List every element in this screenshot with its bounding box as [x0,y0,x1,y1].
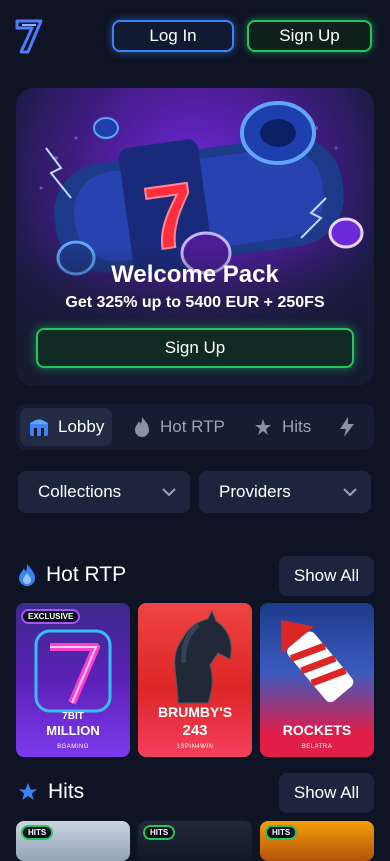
game-card-7bit-million[interactable]: EXCLUSIVE 7BIT MILLION BGAMING [16,603,130,757]
hits-badge: HITS [143,825,176,840]
stars-icon [19,783,37,800]
chevron-down-icon [343,487,357,496]
banner-signup-button[interactable]: Sign Up [36,328,354,368]
bolt-icon [340,417,354,437]
tab-hot-rtp[interactable]: Hot RTP [132,408,225,446]
welcome-banner: 7 Welcome Pack Get 325% up to 5400 EUR +… [16,88,374,386]
game-card-rockets[interactable]: ROCKETS BELATRA [260,603,374,757]
hits-heading: Hits [16,780,84,804]
lobby-icon [30,419,48,436]
flame-icon [19,564,35,586]
collections-dropdown[interactable]: Collections [18,471,190,513]
tab-hits[interactable]: Hits [252,408,311,446]
game-card-brumbys-243[interactable]: BRUMBY'S 243 1SPIN4WIN [138,603,252,757]
collections-label: Collections [38,482,122,501]
hot-rtp-show-all-button[interactable]: Show All [279,556,374,596]
game-name: BRUMBY'S [157,704,233,720]
tab-more[interactable] [338,408,364,446]
game-name-line2: MILLION [46,723,100,738]
login-button[interactable]: Log In [112,20,234,52]
tab-lobby[interactable]: Lobby [20,408,113,446]
rocket-firework-art [281,620,354,703]
hits-badge: HITS [265,825,298,840]
banner-title: Welcome Pack [111,261,279,288]
game-name: ROCKETS [282,722,352,738]
top-bar: Log In Sign Up [0,0,390,72]
section-title: Hits [48,780,85,803]
hits-game-card-2[interactable]: HITS [138,821,252,861]
game-provider: BELATRA [301,744,333,750]
game-provider: 1SPIN4WIN [176,744,214,750]
hits-badge: HITS [21,825,54,840]
game-name-line2: 243 [182,722,208,739]
hot-rtp-heading: Hot RTP [16,563,126,587]
tab-label: Lobby [58,417,105,436]
hits-show-all-button[interactable]: Show All [279,773,374,813]
tab-label: Hits [282,417,312,436]
flame-icon [135,417,149,437]
providers-label: Providers [219,482,291,501]
exclusive-badge: EXCLUSIVE [21,609,81,624]
hits-game-card-3[interactable]: HITS [260,821,374,861]
logo-7bit-icon[interactable] [14,16,44,56]
stars-icon [255,419,271,435]
chevron-down-icon [162,487,176,496]
horse-art [174,609,232,704]
providers-dropdown[interactable]: Providers [199,471,371,513]
banner-subtitle: Get 325% up to 5400 EUR + 250FS [65,294,325,311]
game-name: 7BIT [62,711,84,722]
signup-button[interactable]: Sign Up [247,20,372,52]
game-provider: BGAMING [57,744,89,750]
category-tabs: Lobby Hot RTP Hits [16,404,374,450]
hits-game-card-1[interactable]: HITS [16,821,130,861]
neon-seven-art [34,629,112,713]
section-title: Hot RTP [46,563,127,586]
tab-label: Hot RTP [160,417,225,436]
